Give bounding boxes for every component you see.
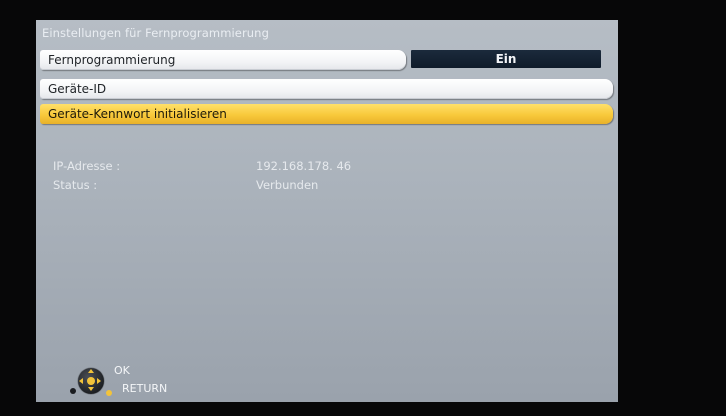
arrow-right-icon: [97, 378, 101, 384]
status-label: Status :: [53, 178, 98, 192]
ok-center-icon: [87, 377, 95, 385]
return-hint: RETURN: [122, 382, 168, 395]
menu-item-device-id[interactable]: Geräte-ID: [40, 79, 613, 99]
arrow-left-icon: [79, 378, 83, 384]
menu-title: Einstellungen für Fernprogrammierung: [42, 26, 269, 40]
navigation-pad-icon: [78, 368, 104, 394]
tv-screen: Einstellungen für Fernprogrammierung Fer…: [36, 20, 618, 402]
remote-programming-value[interactable]: Ein: [411, 50, 601, 68]
ip-address-value: 192.168.178. 46: [256, 159, 352, 173]
menu-item-remote-programming[interactable]: Fernprogrammierung: [40, 50, 406, 70]
ip-address-label: IP-Adresse :: [53, 159, 121, 173]
return-button-icon: [106, 390, 112, 396]
remote-hints: OK RETURN: [70, 364, 194, 398]
menu-item-label: Geräte-ID: [48, 82, 107, 96]
tv-bezel: Einstellungen für Fernprogrammierung Fer…: [0, 0, 726, 416]
menu-item-label: Fernprogrammierung: [48, 53, 176, 67]
arrow-down-icon: [88, 387, 94, 391]
arrow-up-icon: [88, 369, 94, 373]
menu-item-label: Geräte-Kennwort initialisieren: [48, 107, 227, 121]
status-value: Verbunden: [256, 178, 319, 192]
dot-icon: [70, 388, 76, 394]
menu-item-reset-password[interactable]: Geräte-Kennwort initialisieren: [40, 104, 613, 124]
ok-hint: OK: [114, 364, 130, 377]
